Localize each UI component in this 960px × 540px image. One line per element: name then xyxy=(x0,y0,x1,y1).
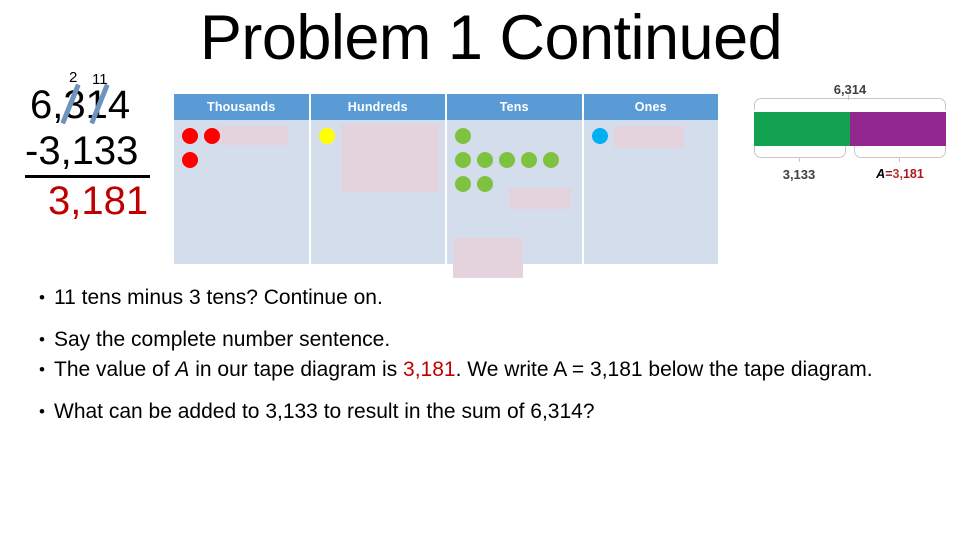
tape-variable-a: A xyxy=(876,167,886,181)
slide-canvas: Problem 1 Continued 2 11 6,314 -3,133 3,… xyxy=(0,0,960,540)
tape-value-remainder: 181 xyxy=(902,167,924,181)
dot-row xyxy=(455,152,582,168)
variable-a: A xyxy=(175,358,190,381)
place-value-dot xyxy=(477,152,493,168)
dot-row xyxy=(455,128,582,144)
brace-tick-icon xyxy=(799,157,801,162)
place-value-dot xyxy=(591,128,608,144)
pv-header-hundreds: Hundreds xyxy=(310,94,445,120)
pv-column-ones: Ones xyxy=(583,94,719,264)
bullet-marker-icon: • xyxy=(39,360,45,379)
tape-left-label: 3,133 xyxy=(782,167,816,182)
pv-body-hundreds xyxy=(310,120,446,264)
tape-bar-known xyxy=(754,112,850,146)
place-value-dot xyxy=(455,128,471,144)
bullet-marker-icon: • xyxy=(39,288,45,307)
place-value-dot xyxy=(543,152,559,168)
tape-value-thousands: 3, xyxy=(892,167,903,181)
brace-tick-icon xyxy=(848,95,850,100)
vertical-subtraction: 2 11 6,314 -3,133 3,181 xyxy=(22,62,172,222)
bullet-list: • 11 tens minus 3 tens? Continue on. • S… xyxy=(30,284,930,440)
place-value-dot xyxy=(455,152,471,168)
text-pre: The value of xyxy=(54,358,176,381)
list-item: • Say the complete number sentence. xyxy=(30,326,930,354)
list-item-text: The value of A in our tape diagram is 3,… xyxy=(54,356,930,384)
list-item-text: 11 tens minus 3 tens? Continue on. xyxy=(54,286,383,309)
pv-header-ones: Ones xyxy=(583,94,718,120)
tape-bars xyxy=(754,112,946,146)
bullet-marker-icon: • xyxy=(39,330,45,349)
dot-row xyxy=(591,128,719,144)
place-value-dot xyxy=(521,152,537,168)
pv-column-hundreds: Hundreds xyxy=(310,94,446,264)
bullet-marker-icon: • xyxy=(39,402,45,421)
pv-column-thousands: Thousands xyxy=(174,94,309,264)
place-value-dot xyxy=(455,176,471,192)
pv-header-tens: Tens xyxy=(447,94,582,120)
tape-bar-unknown xyxy=(850,112,946,146)
highlighted-value: 3,181 xyxy=(403,358,456,381)
brace-tick-icon xyxy=(899,157,901,162)
subtraction-rule-line xyxy=(25,175,150,178)
dot-row xyxy=(455,176,582,192)
tape-right-label: A=3,181 xyxy=(852,167,948,181)
tape-equals-sign: = xyxy=(885,167,893,181)
pv-body-thousands xyxy=(174,120,309,264)
brace-top-icon xyxy=(754,98,946,110)
place-value-dot xyxy=(477,176,493,192)
pink-highlight-rect xyxy=(453,238,523,278)
list-item: • The value of A in our tape diagram is … xyxy=(30,356,930,384)
place-value-dot xyxy=(182,152,198,168)
dot-row xyxy=(182,128,309,144)
place-value-dot xyxy=(182,128,198,144)
pv-body-tens xyxy=(447,120,582,278)
dot-row xyxy=(182,152,309,168)
pv-header-thousands: Thousands xyxy=(174,94,309,120)
list-item: • What can be added to 3,133 to result i… xyxy=(30,398,930,426)
tape-diagram: 6,314 3,133 A=3,181 xyxy=(752,82,948,210)
place-value-chart: Thousands Hundreds Tens Ones xyxy=(174,94,719,278)
text-mid: in our tape diagram is xyxy=(189,358,404,381)
list-item: • 11 tens minus 3 tens? Continue on. xyxy=(30,284,930,312)
dot-row xyxy=(318,128,446,144)
pv-column-tens: Tens xyxy=(447,94,582,278)
minuend: 6,314 xyxy=(30,83,131,127)
list-item-text: Say the complete number sentence. xyxy=(54,328,391,351)
place-value-dot xyxy=(318,128,335,144)
page-title: Problem 1 Continued xyxy=(199,3,783,73)
text-post: . We write A = 3,181 below the tape diag… xyxy=(455,358,873,381)
tape-total-label: 6,314 xyxy=(833,82,867,97)
list-item-text: What can be added to 3,133 to result in … xyxy=(54,400,595,423)
pv-body-ones xyxy=(583,120,719,264)
difference: 3,181 xyxy=(48,179,149,223)
place-value-dot xyxy=(204,128,220,144)
subtrahend: -3,133 xyxy=(25,129,139,173)
place-value-dot xyxy=(499,152,515,168)
